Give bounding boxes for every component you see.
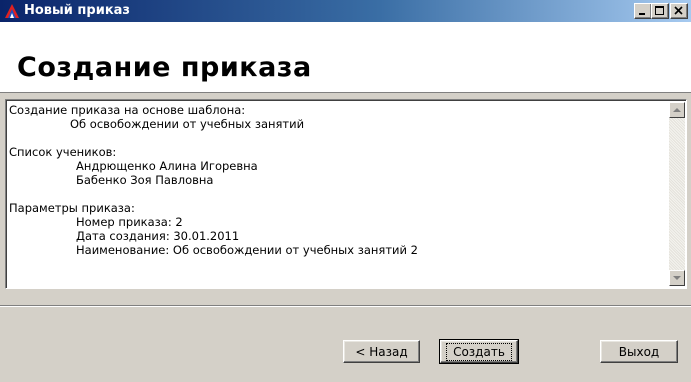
student-item: Андрющенко Алина Игоревна: [76, 159, 258, 173]
template-heading: Создание приказа на основе шаблона:: [9, 103, 246, 117]
scroll-up-button[interactable]: [669, 102, 685, 118]
arrow-down-icon: [673, 276, 681, 280]
param-item: Наименование: Об освобождении от учебных…: [76, 243, 418, 257]
back-button[interactable]: < Назад: [343, 340, 420, 363]
param-item: Номер приказа: 2: [76, 215, 183, 229]
minimize-icon: [639, 13, 645, 15]
close-button[interactable]: [670, 3, 688, 19]
create-button[interactable]: Создать: [439, 339, 519, 364]
template-name: Об освобождении от учебных занятий: [70, 117, 305, 131]
title-bar[interactable]: Новый приказ: [0, 0, 691, 22]
dialog-window: Новый приказ Создание приказа Создание п…: [0, 0, 691, 382]
arrow-up-icon: [673, 108, 681, 112]
page-title: Создание приказа: [17, 52, 312, 83]
exit-button-label: Выход: [618, 344, 660, 359]
vertical-scrollbar[interactable]: [669, 102, 685, 286]
summary-text: Создание приказа на основе шаблона: Об о…: [9, 103, 664, 257]
minimize-button[interactable]: [634, 3, 652, 19]
wizard-header: Создание приказа: [0, 22, 691, 93]
app-logo-icon: [5, 4, 19, 18]
exit-button[interactable]: Выход: [600, 340, 678, 363]
maximize-icon: [655, 6, 664, 15]
back-button-label: < Назад: [355, 344, 408, 359]
maximize-button[interactable]: [651, 3, 669, 19]
param-item: Дата создания: 30.01.2011: [76, 229, 240, 243]
window-title: Новый приказ: [24, 3, 130, 18]
footer-divider: [0, 305, 691, 307]
close-icon: [674, 6, 683, 15]
scroll-down-button[interactable]: [669, 270, 685, 286]
student-item: Бабенко Зоя Павловна: [76, 173, 214, 187]
params-heading: Параметры приказа:: [9, 201, 135, 215]
students-heading: Список учеников:: [9, 145, 117, 159]
create-button-label: Создать: [446, 342, 512, 361]
summary-textbox[interactable]: Создание приказа на основе шаблона: Об о…: [5, 99, 687, 289]
